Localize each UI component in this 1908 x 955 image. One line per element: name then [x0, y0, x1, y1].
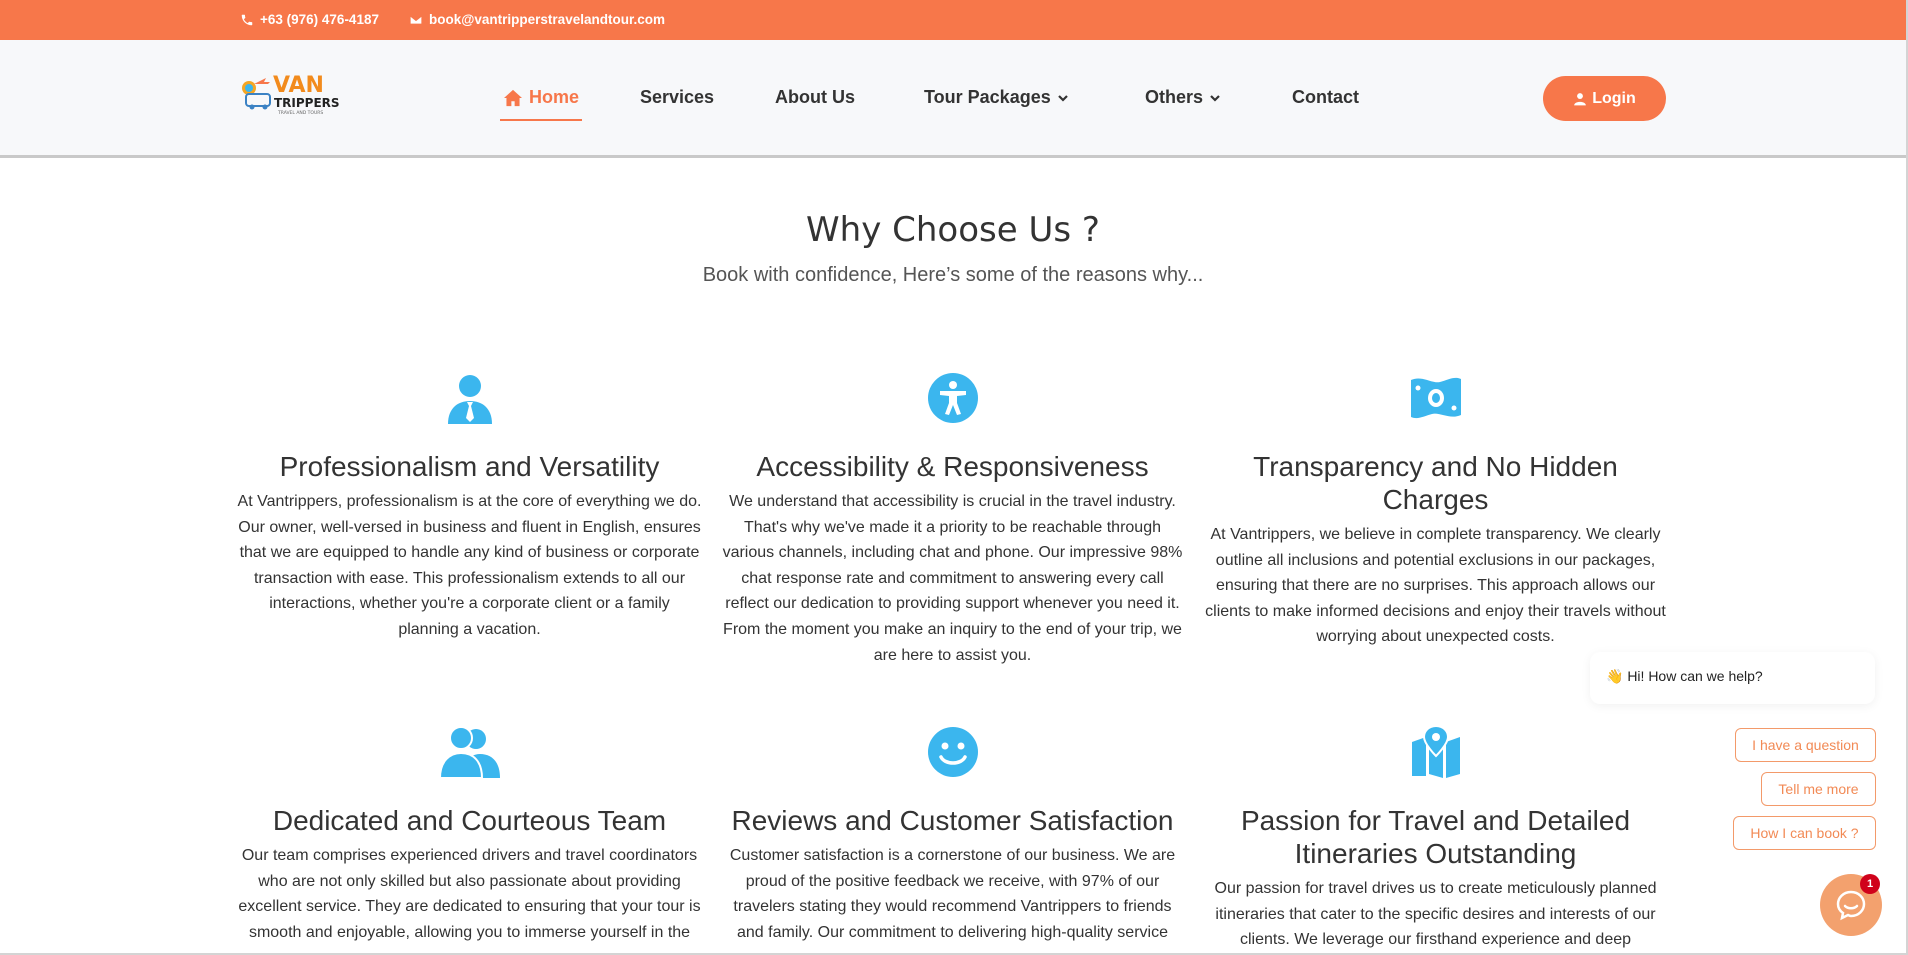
nav-tour-packages-label: Tour Packages [924, 87, 1051, 107]
feature-title: Professionalism and Versatility [279, 451, 660, 482]
nav-about-label: About Us [775, 87, 855, 107]
feature-accessibility: Accessibility & Responsiveness We unders… [720, 372, 1185, 668]
logo-word-trippers: TRIPPERS [274, 96, 340, 110]
home-icon [504, 89, 522, 106]
nav-contact-label: Contact [1292, 87, 1359, 107]
chat-option-question[interactable]: I have a question [1735, 728, 1876, 762]
feature-text: At Vantrippers, professionalism is at th… [237, 493, 702, 638]
feature-title: Passion for Travel and Detailed Itinerar… [1240, 805, 1631, 869]
email-address: book@vantripperstravelandtour.com [429, 12, 665, 27]
vantrippers-logo[interactable]: VAN TRIPPERS TRAVEL AND TOURS [240, 70, 340, 126]
feature-title: Reviews and Customer Satisfaction [731, 805, 1174, 836]
chat-option-tell-more[interactable]: Tell me more [1761, 772, 1876, 806]
chevron-down-icon [1057, 94, 1068, 102]
logo-word-van: VAN [273, 73, 324, 98]
chat-unread-badge: 1 [1860, 874, 1880, 894]
section-subtitle: Book with confidence, Here’s some of the… [702, 264, 1204, 286]
phone-number: +63 (976) 476-4187 [260, 12, 379, 27]
feature-title: Dedicated and Courteous Team [272, 805, 667, 836]
nav-services-label: Services [640, 87, 715, 107]
contact-topbar: +63 (976) 476-4187 book@vantripperstrave… [0, 0, 1908, 40]
nav-home[interactable]: Home [503, 87, 579, 108]
feature-title: Transparency and No Hidden Charges [1253, 451, 1618, 515]
chat-option-how-book[interactable]: How I can book ? [1733, 816, 1876, 850]
nav-contact[interactable]: Contact [1292, 87, 1359, 108]
login-label: Login [1592, 89, 1636, 107]
chevron-down-icon [1210, 94, 1220, 102]
chat-greeting: 👋 Hi! How can we help? [1590, 652, 1875, 704]
accessibility-icon [927, 373, 978, 423]
phone-icon [241, 14, 253, 25]
nav-tour-packages[interactable]: Tour Packages [924, 87, 1069, 108]
feature-professionalism: Professionalism and Versatility At Vantr… [237, 372, 702, 643]
nav-others[interactable]: Others [1145, 87, 1221, 108]
feature-text: Our team comprises experienced drivers a… [238, 847, 701, 941]
nav-about-us[interactable]: About Us [775, 87, 855, 108]
section-title: Why Choose Us ? [806, 210, 1100, 250]
feature-text: We understand that accessibility is cruc… [722, 493, 1183, 664]
map-location-icon [1411, 726, 1460, 778]
smile-icon [927, 727, 978, 777]
feature-text: At Vantrippers, we believe in complete t… [1205, 526, 1666, 646]
email-contact[interactable]: book@vantripperstravelandtour.com [409, 12, 665, 27]
feature-reviews: Reviews and Customer Satisfaction Custom… [720, 726, 1185, 945]
feature-dedicated-team: Dedicated and Courteous Team Our team co… [237, 726, 702, 945]
envelope-icon [409, 14, 423, 25]
money-bill-icon [1410, 377, 1461, 419]
users-icon [439, 726, 500, 778]
user-icon [1574, 92, 1587, 105]
logo-tagline: TRAVEL AND TOURS [277, 110, 323, 116]
nav-home-label: Home [529, 87, 580, 107]
chat-icon [1836, 890, 1866, 921]
user-tie-icon [447, 375, 492, 424]
feature-passion-travel: Passion for Travel and Detailed Itinerar… [1203, 726, 1668, 953]
nav-services[interactable]: Services [640, 87, 714, 108]
logo-graphic: VAN TRIPPERS TRAVEL AND TOURS [242, 73, 340, 116]
login-button[interactable]: Login [1543, 76, 1666, 121]
feature-title: Accessibility & Responsiveness [756, 451, 1149, 482]
feature-text: Customer satisfaction is a cornerstone o… [729, 847, 1176, 941]
feature-transparency: Transparency and No Hidden Charges At Va… [1203, 372, 1668, 650]
phone-contact[interactable]: +63 (976) 476-4187 [240, 12, 379, 27]
main-navbar: VAN TRIPPERS TRAVEL AND TOURS Home Servi… [0, 40, 1908, 158]
active-nav-indicator [500, 119, 582, 121]
nav-others-label: Others [1145, 87, 1204, 107]
feature-text: Our passion for travel drives us to crea… [1214, 880, 1657, 949]
